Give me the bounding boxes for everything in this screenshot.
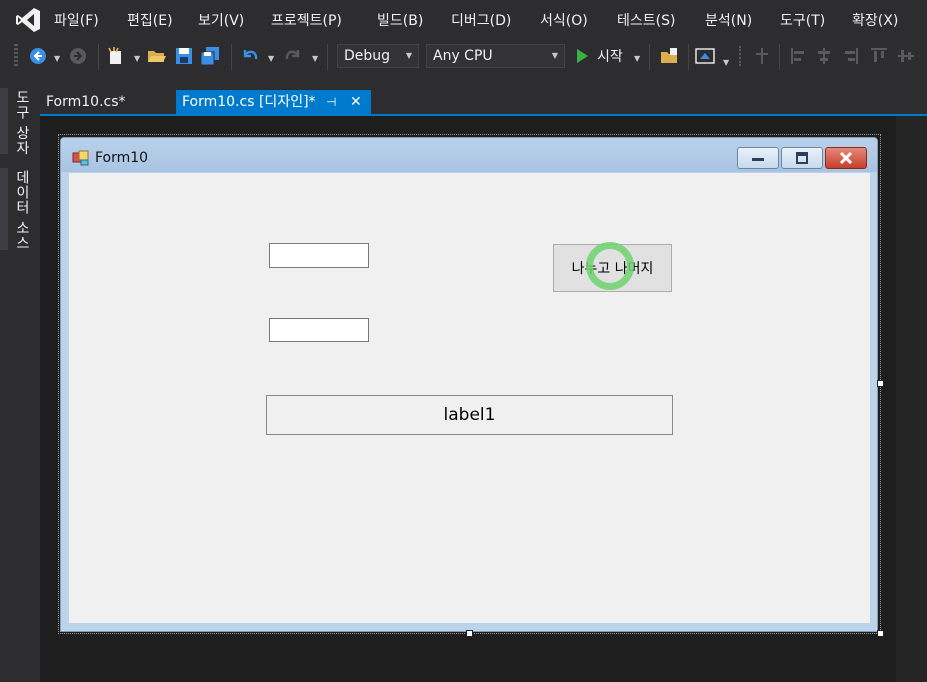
- toolbar-separator: [327, 44, 328, 70]
- solution-configuration-combo[interactable]: Debug ▼: [337, 44, 419, 68]
- align-right-icon[interactable]: [840, 46, 860, 66]
- align-to-grid-icon[interactable]: [752, 46, 772, 66]
- align-top-icon[interactable]: [869, 46, 889, 66]
- toolbar-separator: [98, 44, 99, 70]
- toolbar-grip[interactable]: [739, 46, 744, 66]
- new-item-dropdown-icon[interactable]: ▼: [134, 54, 140, 63]
- data-sources-tab[interactable]: 데이터 소스: [12, 170, 32, 250]
- open-folder-icon[interactable]: [147, 46, 167, 66]
- redo-icon[interactable]: [283, 46, 303, 66]
- toolbar-separator: [688, 44, 689, 70]
- menu-test[interactable]: 테스트(S): [617, 10, 675, 30]
- navigate-back-icon[interactable]: [28, 46, 48, 66]
- align-left-icon[interactable]: [789, 46, 809, 66]
- undo-dropdown-icon[interactable]: ▼: [268, 54, 274, 63]
- menu-build[interactable]: 빌드(B): [377, 10, 423, 30]
- close-tab-icon[interactable]: ✕: [350, 90, 362, 114]
- new-project-icon[interactable]: [106, 46, 126, 66]
- tab-label: Form10.cs [디자인]*: [182, 94, 316, 110]
- align-center-icon[interactable]: [814, 46, 834, 66]
- start-label: 시작: [597, 49, 623, 65]
- tab-label: Form10.cs*: [46, 94, 126, 110]
- toolbar-separator: [779, 44, 780, 70]
- tab-form10-code[interactable]: Form10.cs*: [40, 90, 174, 114]
- menu-edit[interactable]: 편집(E): [127, 10, 173, 30]
- designer-right-gutter: [896, 116, 927, 682]
- resize-handle-bottom-right[interactable]: [877, 630, 884, 637]
- platform-value: Any CPU: [433, 48, 493, 64]
- toolbar-separator: [231, 44, 232, 70]
- menu-format[interactable]: 서식(O): [540, 10, 588, 30]
- chevron-down-icon: ▼: [405, 51, 412, 60]
- visual-studio-logo-icon[interactable]: [14, 6, 42, 34]
- save-all-icon[interactable]: [200, 46, 220, 66]
- tab-form10-designer[interactable]: Form10.cs [디자인]* ⊣ ✕: [176, 90, 371, 114]
- chevron-down-icon: ▼: [551, 51, 558, 60]
- menu-tools[interactable]: 도구(T): [780, 10, 825, 30]
- side-panel-strip: [0, 76, 40, 682]
- resize-handle-bottom[interactable]: [466, 630, 473, 637]
- menu-view[interactable]: 보기(V): [198, 10, 244, 30]
- toolbox-tab-marker: [0, 88, 8, 154]
- save-icon[interactable]: [174, 46, 194, 66]
- toolbar-separator: [649, 44, 650, 70]
- pin-tab-icon[interactable]: ⊣: [326, 90, 336, 114]
- redo-dropdown-icon[interactable]: ▼: [312, 54, 318, 63]
- menu-project[interactable]: 프로젝트(P): [271, 10, 342, 30]
- designer-dropdown-icon[interactable]: ▼: [723, 58, 729, 67]
- start-debugging-button[interactable]: 시작: [575, 46, 623, 66]
- designer-view-icon[interactable]: [695, 46, 715, 66]
- data-sources-tab-marker: [0, 168, 8, 250]
- menu-analyze[interactable]: 분석(N): [705, 10, 752, 30]
- toolbox-tab[interactable]: 도구 상자: [12, 90, 32, 155]
- configuration-value: Debug: [344, 48, 391, 64]
- menu-extensions[interactable]: 확장(X): [852, 10, 898, 30]
- menu-debug[interactable]: 디버그(D): [451, 10, 511, 30]
- navigate-forward-icon[interactable]: [68, 46, 88, 66]
- solution-platform-combo[interactable]: Any CPU ▼: [426, 44, 565, 68]
- toolbar-grip[interactable]: [14, 44, 18, 68]
- form-selection-frame: [58, 134, 881, 634]
- menu-file[interactable]: 파일(F): [54, 10, 99, 30]
- undo-icon[interactable]: [240, 46, 260, 66]
- play-icon: [577, 49, 588, 63]
- align-middle-icon[interactable]: [896, 46, 916, 66]
- start-dropdown-icon[interactable]: ▼: [634, 54, 640, 63]
- resize-handle-right[interactable]: [877, 380, 884, 387]
- back-dropdown-icon[interactable]: ▼: [54, 54, 60, 63]
- find-in-files-icon[interactable]: [659, 46, 679, 66]
